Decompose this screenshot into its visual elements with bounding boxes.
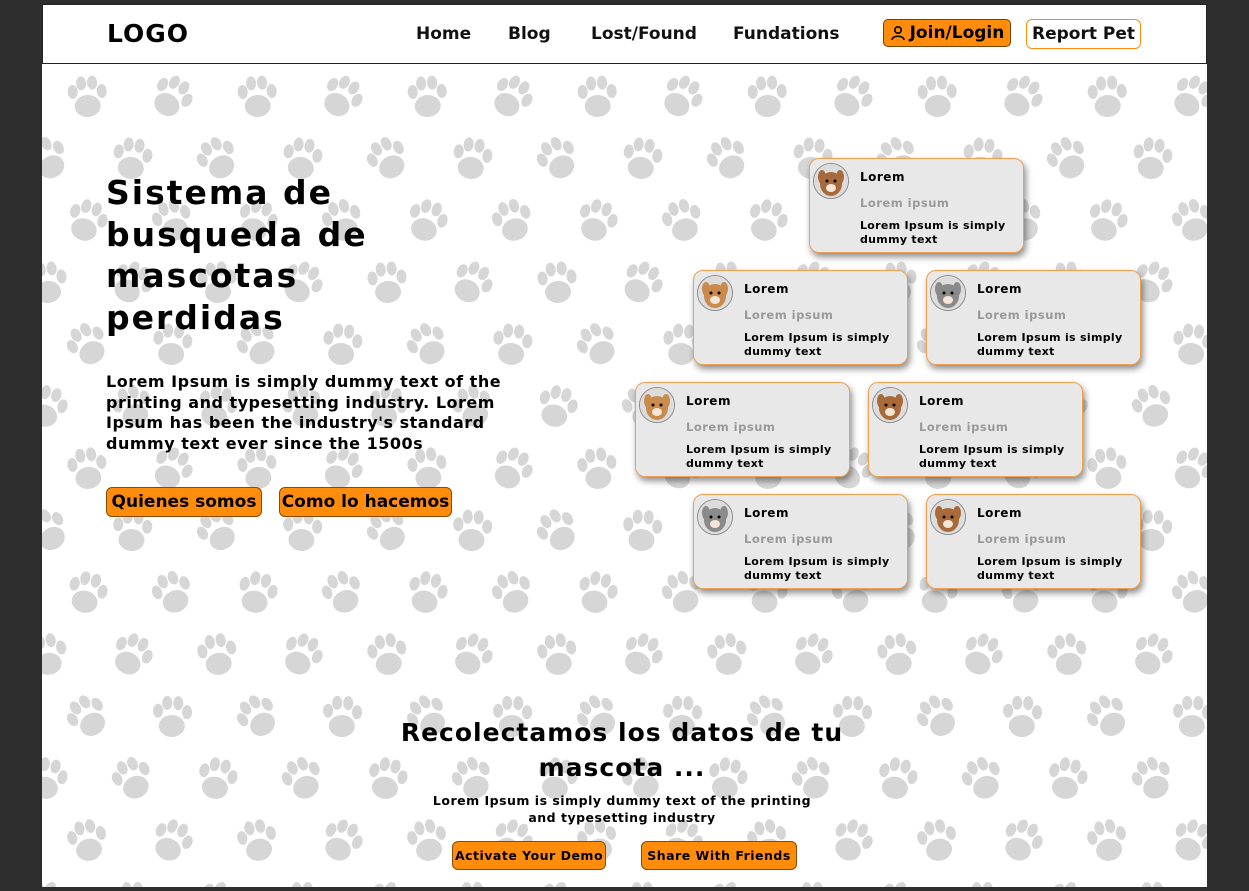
activate-demo-button[interactable]: Activate Your Demo: [452, 841, 606, 870]
cat-avatar: [930, 275, 966, 311]
logo[interactable]: LOGO: [107, 19, 189, 48]
card-description: Lorem Ipsum is simply dummy text: [744, 555, 890, 582]
card-subtitle: Lorem ipsum: [860, 196, 950, 210]
section-title: Recolectamos los datos de tu mascota ...: [400, 718, 844, 782]
navbar: LOGO Home Blog Lost/Found Fundations Joi…: [42, 4, 1207, 64]
card-title: Lorem: [686, 394, 731, 408]
hero-title: Sistema de busqueda de mascotas perdidas: [106, 173, 368, 337]
join-login-button[interactable]: Join/Login: [883, 19, 1011, 47]
card-description: Lorem Ipsum is simply dummy text: [744, 331, 890, 358]
join-login-label: Join/Login: [909, 23, 1005, 43]
quienes-somos-button[interactable]: Quienes somos: [106, 487, 262, 517]
pet-card[interactable]: Lorem Lorem ipsum Lorem Ipsum is simply du…: [693, 270, 908, 365]
report-pet-button[interactable]: Report Pet: [1026, 19, 1141, 49]
card-description: Lorem Ipsum is simply dummy text: [860, 219, 1006, 246]
share-friends-button[interactable]: Share With Friends: [641, 841, 797, 870]
card-description: Lorem Ipsum is simply dummy text: [686, 443, 832, 470]
card-subtitle: Lorem ipsum: [744, 308, 834, 322]
card-subtitle: Lorem ipsum: [686, 420, 776, 434]
card-title: Lorem: [977, 506, 1022, 520]
card-subtitle: Lorem ipsum: [977, 308, 1067, 322]
dog-avatar: [872, 387, 908, 423]
dog-avatar: [697, 275, 733, 311]
nav-lost-found[interactable]: Lost/Found: [591, 24, 697, 44]
pet-card[interactable]: Lorem Lorem ipsum Lorem Ipsum is simply du…: [693, 494, 908, 589]
card-title: Lorem: [860, 170, 905, 184]
dog-avatar: [639, 387, 675, 423]
card-description: Lorem Ipsum is simply dummy text: [977, 331, 1123, 358]
dog-avatar: [813, 163, 849, 199]
nav-home[interactable]: Home: [416, 24, 471, 44]
cat-avatar: [697, 499, 733, 535]
card-subtitle: Lorem ipsum: [744, 532, 834, 546]
card-title: Lorem: [977, 282, 1022, 296]
card-title: Lorem: [744, 506, 789, 520]
pet-card[interactable]: Lorem Lorem ipsum Lorem Ipsum is simply du…: [926, 270, 1141, 365]
card-subtitle: Lorem ipsum: [919, 420, 1009, 434]
dog-avatar: [930, 499, 966, 535]
como-lo-hacemos-button[interactable]: Como lo hacemos: [279, 487, 452, 517]
nav-blog[interactable]: Blog: [508, 24, 551, 44]
user-icon: [890, 25, 905, 41]
section-description: Lorem Ipsum is simply dummy text of the …: [432, 793, 812, 825]
pet-card[interactable]: Lorem Lorem ipsum Lorem Ipsum is simply du…: [926, 494, 1141, 589]
card-title: Lorem: [919, 394, 964, 408]
card-title: Lorem: [744, 282, 789, 296]
pet-card[interactable]: Lorem Lorem ipsum Lorem Ipsum is simply du…: [809, 158, 1024, 253]
nav-fundations[interactable]: Fundations: [733, 24, 839, 44]
card-subtitle: Lorem ipsum: [977, 532, 1067, 546]
card-description: Lorem Ipsum is simply dummy text: [919, 443, 1065, 470]
card-description: Lorem Ipsum is simply dummy text: [977, 555, 1123, 582]
page-frame: LOGO Home Blog Lost/Found Fundations Joi…: [42, 4, 1207, 887]
hero-description: Lorem Ipsum is simply dummy text of the …: [106, 372, 502, 454]
pet-card[interactable]: Lorem Lorem ipsum Lorem Ipsum is simply du…: [868, 382, 1083, 477]
pet-card[interactable]: Lorem Lorem ipsum Lorem Ipsum is simply du…: [635, 382, 850, 477]
